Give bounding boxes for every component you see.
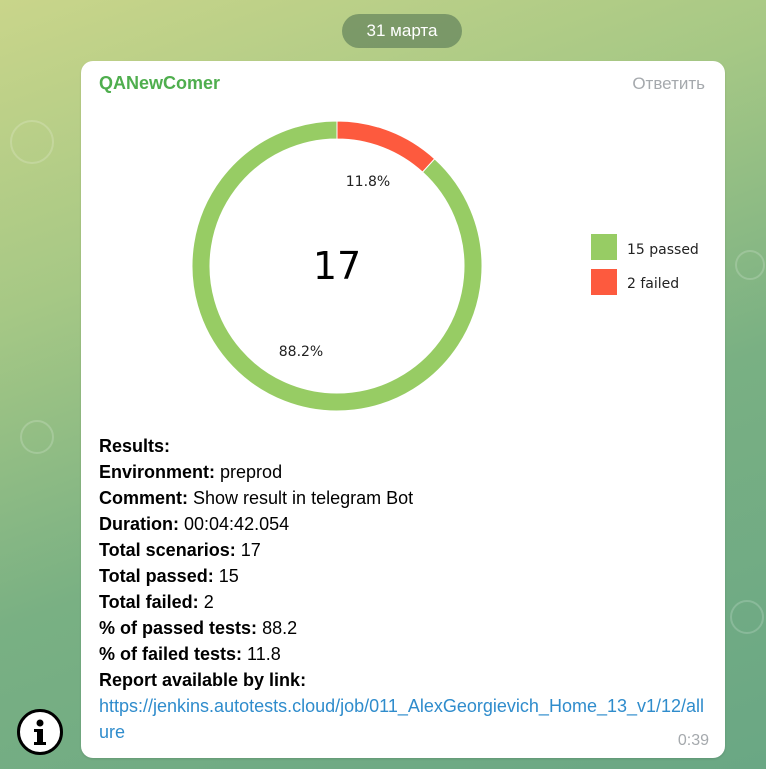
legend-swatch-failed [591,269,617,295]
donut-chart[interactable]: 17 88.2% 11.8% 15 passed 2 failed [81,61,725,421]
info-button[interactable] [17,709,63,755]
field-environment: Environment: preprod [99,462,283,482]
date-separator: 31 марта [342,14,462,48]
field-comment: Comment: Show result in telegram Bot [99,488,414,508]
wallpaper-doodle [20,420,54,454]
field-total-passed: Total passed: 15 [99,566,239,586]
legend-swatch-passed [591,234,617,260]
results-title: Results: [99,436,171,456]
report-label: Report available by link: [99,670,307,690]
field-duration: Duration: 00:04:42.054 [99,514,290,534]
chart-center-label: 17 [313,244,361,288]
report-link[interactable]: https://jenkins.autotests.cloud/job/011_… [99,693,709,745]
legend-label-failed: 2 failed [627,276,679,292]
legend-label-passed: 15 passed [627,242,699,258]
slice-label-failed: 11.8% [346,174,390,190]
donut-slice-failed[interactable] [336,120,436,173]
info-icon [34,719,46,745]
message-bubble: QANewComer Ответить 17 88.2% 11.8% 15 pa… [81,61,725,758]
wallpaper-doodle [10,120,54,164]
wallpaper-doodle [735,250,765,280]
field-total-failed: Total failed: 2 [99,592,214,612]
results-text: Results: Environment: preprod Comment: S… [99,433,709,745]
field-percent-passed: % of passed tests: 88.2 [99,618,298,638]
field-total-scenarios: Total scenarios: 17 [99,540,261,560]
field-percent-failed: % of failed tests: 11.8 [99,644,281,664]
wallpaper-doodle [730,600,764,634]
slice-label-passed: 88.2% [279,344,323,360]
message-timestamp: 0:39 [677,732,709,749]
